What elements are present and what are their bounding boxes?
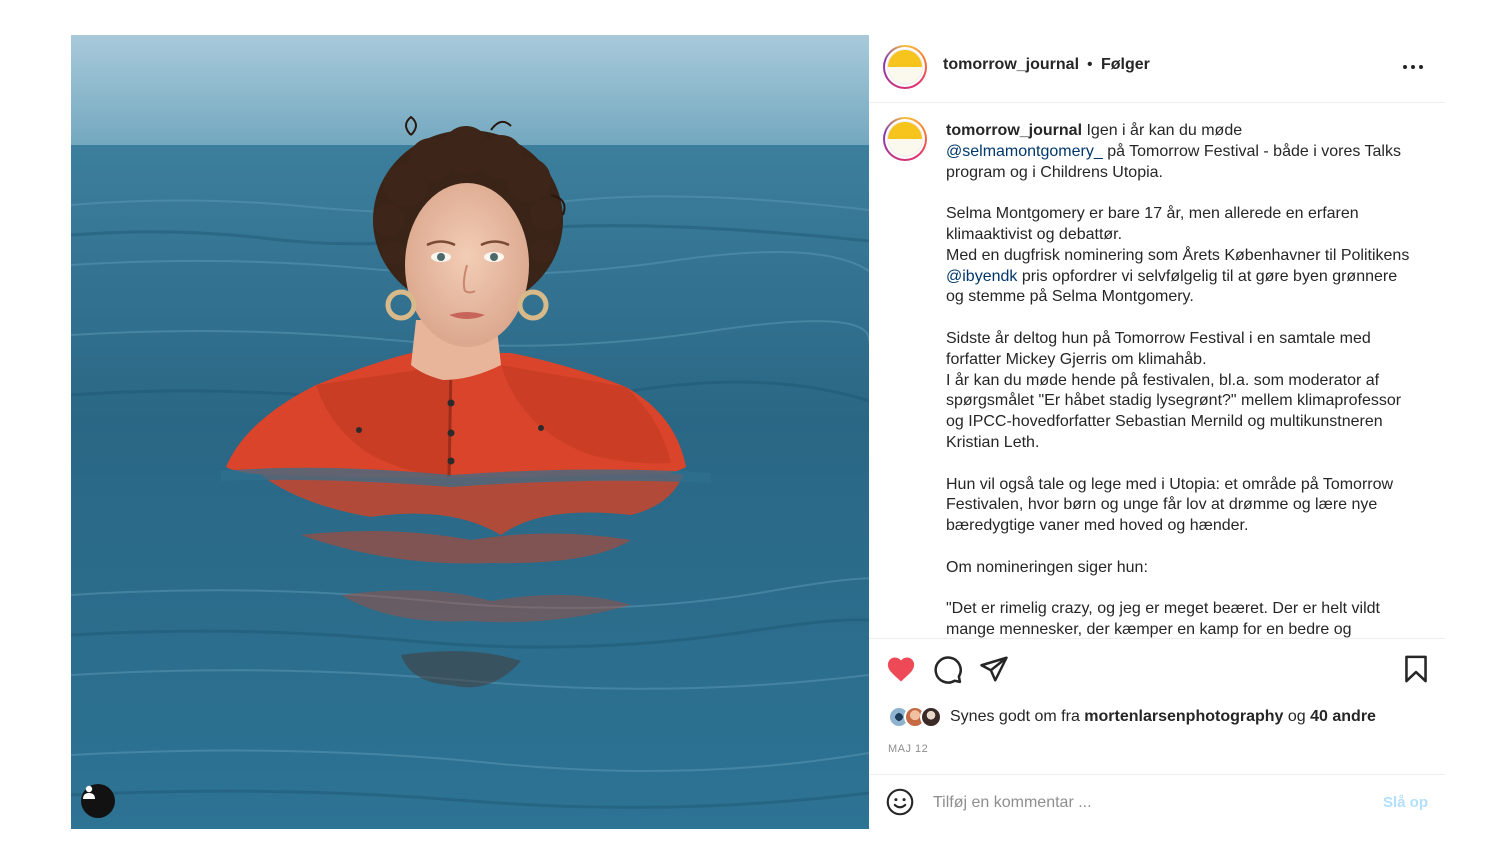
caption-intro: Igen i år kan du møde xyxy=(1086,122,1243,139)
user-tag-button[interactable] xyxy=(81,784,115,818)
likes-user-link[interactable]: mortenlarsenphotography xyxy=(1084,708,1283,725)
post-comment-button[interactable]: Slå op xyxy=(1383,794,1428,811)
likes-conjunction: og xyxy=(1287,708,1306,725)
header-separator: • xyxy=(1087,56,1093,73)
liker-avatar[interactable] xyxy=(920,706,942,728)
like-button[interactable] xyxy=(886,655,916,688)
caption-para2-line1: Selma Montgomery er bare 17 år, men alle… xyxy=(946,205,1359,243)
add-comment-row: Slå op xyxy=(869,774,1445,831)
comment-input[interactable] xyxy=(933,791,1353,815)
post-header: tomorrow_journal • Følger xyxy=(869,35,1445,103)
caption-para2-line2a: Med en dugfrisk nominering som Årets Køb… xyxy=(946,246,1410,264)
photo-illustration xyxy=(71,35,869,829)
heart-filled-icon xyxy=(887,657,915,682)
post-actions: Synes godt om fra mortenlarsenphotograph… xyxy=(869,638,1445,830)
likes-text: Synes godt om fra mortenlarsenphotograph… xyxy=(950,708,1376,726)
bookmark-icon xyxy=(1405,655,1427,683)
likes-summary: Synes godt om fra mortenlarsenphotograph… xyxy=(888,703,1376,731)
caption-para6: "Det er rimelig crazy, og jeg er meget b… xyxy=(946,600,1380,638)
caption-para5: Om nomineringen siger hun: xyxy=(946,558,1148,576)
likes-others-link[interactable]: 40 andre xyxy=(1310,708,1376,725)
post-caption: tomorrow_journal Igen i år kan du møde @… xyxy=(946,121,1416,638)
likes-prefix: Synes godt om fra xyxy=(950,708,1080,725)
following-button[interactable]: Følger xyxy=(1101,56,1150,74)
mention-selmamontgomery[interactable]: @selmamontgomery_ xyxy=(946,143,1103,160)
post-date[interactable]: MAJ 12 xyxy=(888,743,928,755)
post-photo[interactable] xyxy=(71,35,869,829)
author-username[interactable]: tomorrow_journal xyxy=(943,56,1079,74)
smiley-icon xyxy=(886,788,914,816)
caption-author-avatar[interactable] xyxy=(883,117,927,161)
caption-para3-line2: I år kan du møde hende på festivalen, bl… xyxy=(946,371,1402,451)
caption-para3-line1: Sidste år deltog hun på Tomorrow Festiva… xyxy=(946,329,1371,368)
post-container: tomorrow_journal • Følger tomorrow_journ… xyxy=(71,35,1445,829)
caption-scroll-area[interactable]: tomorrow_journal Igen i år kan du møde @… xyxy=(869,103,1445,638)
post-side-panel: tomorrow_journal • Følger tomorrow_journ… xyxy=(869,35,1445,829)
author-avatar[interactable] xyxy=(883,45,927,89)
user-tag-icon xyxy=(83,785,95,799)
more-options-button[interactable] xyxy=(1399,55,1427,79)
share-button[interactable] xyxy=(979,655,1009,688)
emoji-button[interactable] xyxy=(886,788,914,821)
save-button[interactable] xyxy=(1403,655,1429,688)
comment-icon xyxy=(934,656,962,684)
caption-para4: Hun vil også tale og lege med i Utopia: … xyxy=(946,475,1394,535)
comment-button[interactable] xyxy=(933,655,963,690)
more-dots-icon xyxy=(1403,65,1407,69)
caption-username[interactable]: tomorrow_journal xyxy=(946,122,1082,139)
mention-ibyendk[interactable]: @ibyendk xyxy=(946,268,1017,285)
share-paper-plane-icon xyxy=(980,656,1008,682)
